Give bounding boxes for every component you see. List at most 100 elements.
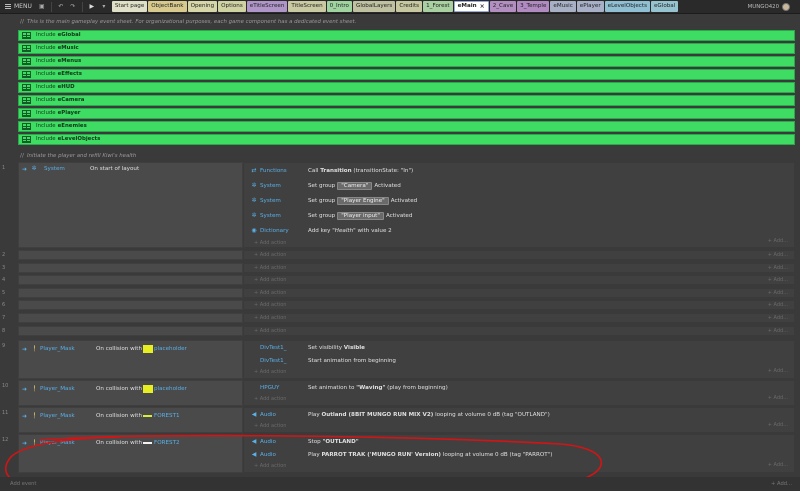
include-row-emusic[interactable]: Include eMusic [18, 43, 795, 54]
event-actions[interactable]: + Add action + Add... [243, 287, 795, 298]
event-conditions[interactable] [18, 325, 243, 336]
event-actions[interactable]: ⇄ Functions Call Transition (transitionSta… [243, 162, 795, 248]
event-actions[interactable]: + Add action + Add... [243, 313, 795, 323]
action-row[interactable]: ◉ Dictionary Add key "Health" with value 2 [244, 223, 794, 238]
event-conditions[interactable]: ➜ ✲ System On start of layout [18, 162, 243, 248]
tab-options[interactable]: Options [218, 1, 246, 12]
event-conditions[interactable] [18, 287, 243, 298]
close-icon[interactable]: × [480, 1, 485, 12]
include-row-eplayer[interactable]: Include ePlayer [18, 108, 795, 119]
tab-3-temple[interactable]: 3_Temple [517, 1, 550, 12]
add-more-button[interactable]: + Add... [768, 238, 788, 244]
event-conditions[interactable] [18, 262, 243, 273]
tab-etitlescreen[interactable]: eTitleScreen [246, 1, 288, 12]
event-actions[interactable]: DivTest1_ Set visibility Visible DivTest1_… [243, 340, 795, 379]
tab-start-page[interactable]: Start page [111, 1, 148, 12]
event-conditions[interactable]: ➜ ╿ Player_Mask On collision with FOREST… [18, 407, 243, 433]
add-action-button[interactable]: + Add action [254, 277, 286, 283]
add-event-button[interactable]: Add event [10, 481, 36, 487]
add-more-button[interactable]: + Add... [768, 395, 788, 401]
event-actions[interactable]: + Add action + Add... [243, 250, 795, 260]
add-action-button[interactable]: + Add action [254, 328, 286, 334]
include-row-ecamera[interactable]: Include eCamera [18, 95, 795, 106]
tab-emain[interactable]: eMain × [453, 1, 489, 12]
save-icon[interactable]: ▣ [38, 3, 46, 11]
action-row[interactable]: ⇄ Functions Call Transition (transitionSta… [244, 163, 794, 178]
event-conditions[interactable] [18, 300, 243, 311]
include-row-eenemies[interactable]: Include eEnemies [18, 121, 795, 132]
action-row[interactable]: ✲ System Set group "Player input" Activated [244, 208, 794, 223]
play-icon[interactable]: ▶ [88, 3, 96, 11]
event-actions[interactable]: HPGUY Set animation to "Waving" (play fro… [243, 380, 795, 406]
comment-row[interactable]: //Initiate the player and refill Kiwi's … [20, 151, 136, 161]
include-row-eeffects[interactable]: Include eEffects [18, 69, 795, 80]
event-actions[interactable]: + Add action + Add... [243, 300, 795, 311]
event-conditions[interactable]: ➜ ╿ Player_Mask On collision with placeh… [18, 340, 243, 379]
action-row[interactable]: ◀ Audio Play Outland (8BIT MUNGO RUN MIX V… [244, 408, 794, 421]
add-more-button[interactable]: + Add... [768, 462, 788, 468]
action-row[interactable]: ◀ Audio Play PARROT TRAK ('MUNGO RUN' Vers… [244, 448, 794, 461]
tab-elevelobjects[interactable]: eLevelObjects [604, 1, 650, 12]
add-more-button[interactable]: + Add... [768, 368, 788, 374]
action-row[interactable]: ◀ Audio Stop "OUTLAND" [244, 435, 794, 448]
add-more-button[interactable]: + Add... [768, 265, 788, 271]
add-action-button[interactable]: + Add action [244, 238, 794, 248]
event-conditions[interactable]: ➜ ╿ Player_Mask On collision with placeh… [18, 380, 243, 406]
action-row[interactable]: ✲ System Set group "Camera" Activated [244, 178, 794, 193]
event-actions[interactable]: ◀ Audio Play Outland (8BIT MUNGO RUN MIX V… [243, 407, 795, 433]
undo-icon[interactable]: ↶ [57, 3, 65, 11]
event-conditions[interactable] [18, 313, 243, 323]
add-action-button[interactable]: + Add action [254, 290, 286, 296]
event-conditions[interactable]: ➜ ╿ Player_Mask On collision with FOREST… [18, 434, 243, 473]
tab-emusic[interactable]: eMusic [550, 1, 576, 12]
add-action-button[interactable]: + Add action [244, 421, 794, 431]
add-action-button[interactable]: + Add action [244, 394, 794, 404]
event-actions[interactable]: + Add action + Add... [243, 275, 795, 286]
add-more-button[interactable]: + Add... [768, 277, 788, 283]
user-account[interactable]: MUNGO420 [748, 0, 790, 14]
tab-0-intro[interactable]: 0_Intro [326, 1, 352, 12]
add-more-button[interactable]: + Add... [768, 302, 788, 308]
add-action-button[interactable]: + Add action [254, 315, 286, 321]
tab-eglobal[interactable]: eGlobal [650, 1, 679, 12]
add-action-button[interactable]: + Add action [254, 302, 286, 308]
main-menu-button[interactable]: MENU [0, 0, 36, 14]
event-conditions[interactable] [18, 250, 243, 260]
tab-eplayer[interactable]: ePlayer [576, 1, 604, 12]
action-row[interactable]: DivTest1_ Start animation from beginning [244, 354, 794, 367]
action-row[interactable]: DivTest1_ Set visibility Visible [244, 341, 794, 354]
add-action-button[interactable]: + Add action [244, 461, 794, 471]
include-row-emenus[interactable]: Include eMenus [18, 56, 795, 67]
tab-titlescreen[interactable]: TitleScreen [288, 1, 326, 12]
add-more-button[interactable]: + Add... [768, 422, 788, 428]
tab-globallayers[interactable]: GlobalLayers [352, 1, 396, 12]
add-more-button[interactable]: + Add... [768, 328, 788, 334]
add-more-button[interactable]: + Add... [768, 315, 788, 321]
add-action-button[interactable]: + Add action [254, 252, 286, 258]
tab-1-forest[interactable]: 1_Forest [423, 1, 453, 12]
tab-objectbank[interactable]: ObjectBank [148, 1, 187, 12]
tab-2-cave[interactable]: 2_Cave [489, 1, 517, 12]
include-row-elevelobjects[interactable]: Include eLevelObjects [18, 134, 795, 145]
include-row-eglobal[interactable]: Include eGlobal [18, 30, 795, 41]
include-row-ehud[interactable]: Include eHUD [18, 82, 795, 93]
event-conditions[interactable] [18, 275, 243, 286]
event-actions[interactable]: ◀ Audio Stop "OUTLAND" ◀ Audio Play PARROT TR… [243, 434, 795, 473]
tab-opening[interactable]: Opening [187, 1, 218, 12]
event-actions[interactable]: + Add action + Add... [243, 262, 795, 273]
event-sheet-icon [22, 84, 31, 91]
comment-row[interactable]: //This is the main gameplay event sheet.… [20, 17, 356, 27]
add-action-button[interactable]: + Add action [244, 367, 794, 377]
tab-credits[interactable]: Credits [396, 1, 423, 12]
avatar[interactable] [782, 3, 790, 11]
redo-icon[interactable]: ↷ [69, 3, 77, 11]
add-more-button[interactable]: + Add... [768, 290, 788, 296]
event-actions[interactable]: + Add action + Add... [243, 325, 795, 336]
action-row[interactable]: HPGUY Set animation to "Waving" (play fro… [244, 381, 794, 394]
add-more-button[interactable]: + Add... [768, 252, 788, 258]
chevron-down-icon[interactable]: ▾ [100, 3, 108, 11]
add-action-button[interactable]: + Add action [254, 265, 286, 271]
add-more-button[interactable]: + Add... [771, 477, 792, 491]
group-name-chip: "Camera" [337, 181, 373, 190]
action-row[interactable]: ✲ System Set group "Player Engine" Activated [244, 193, 794, 208]
